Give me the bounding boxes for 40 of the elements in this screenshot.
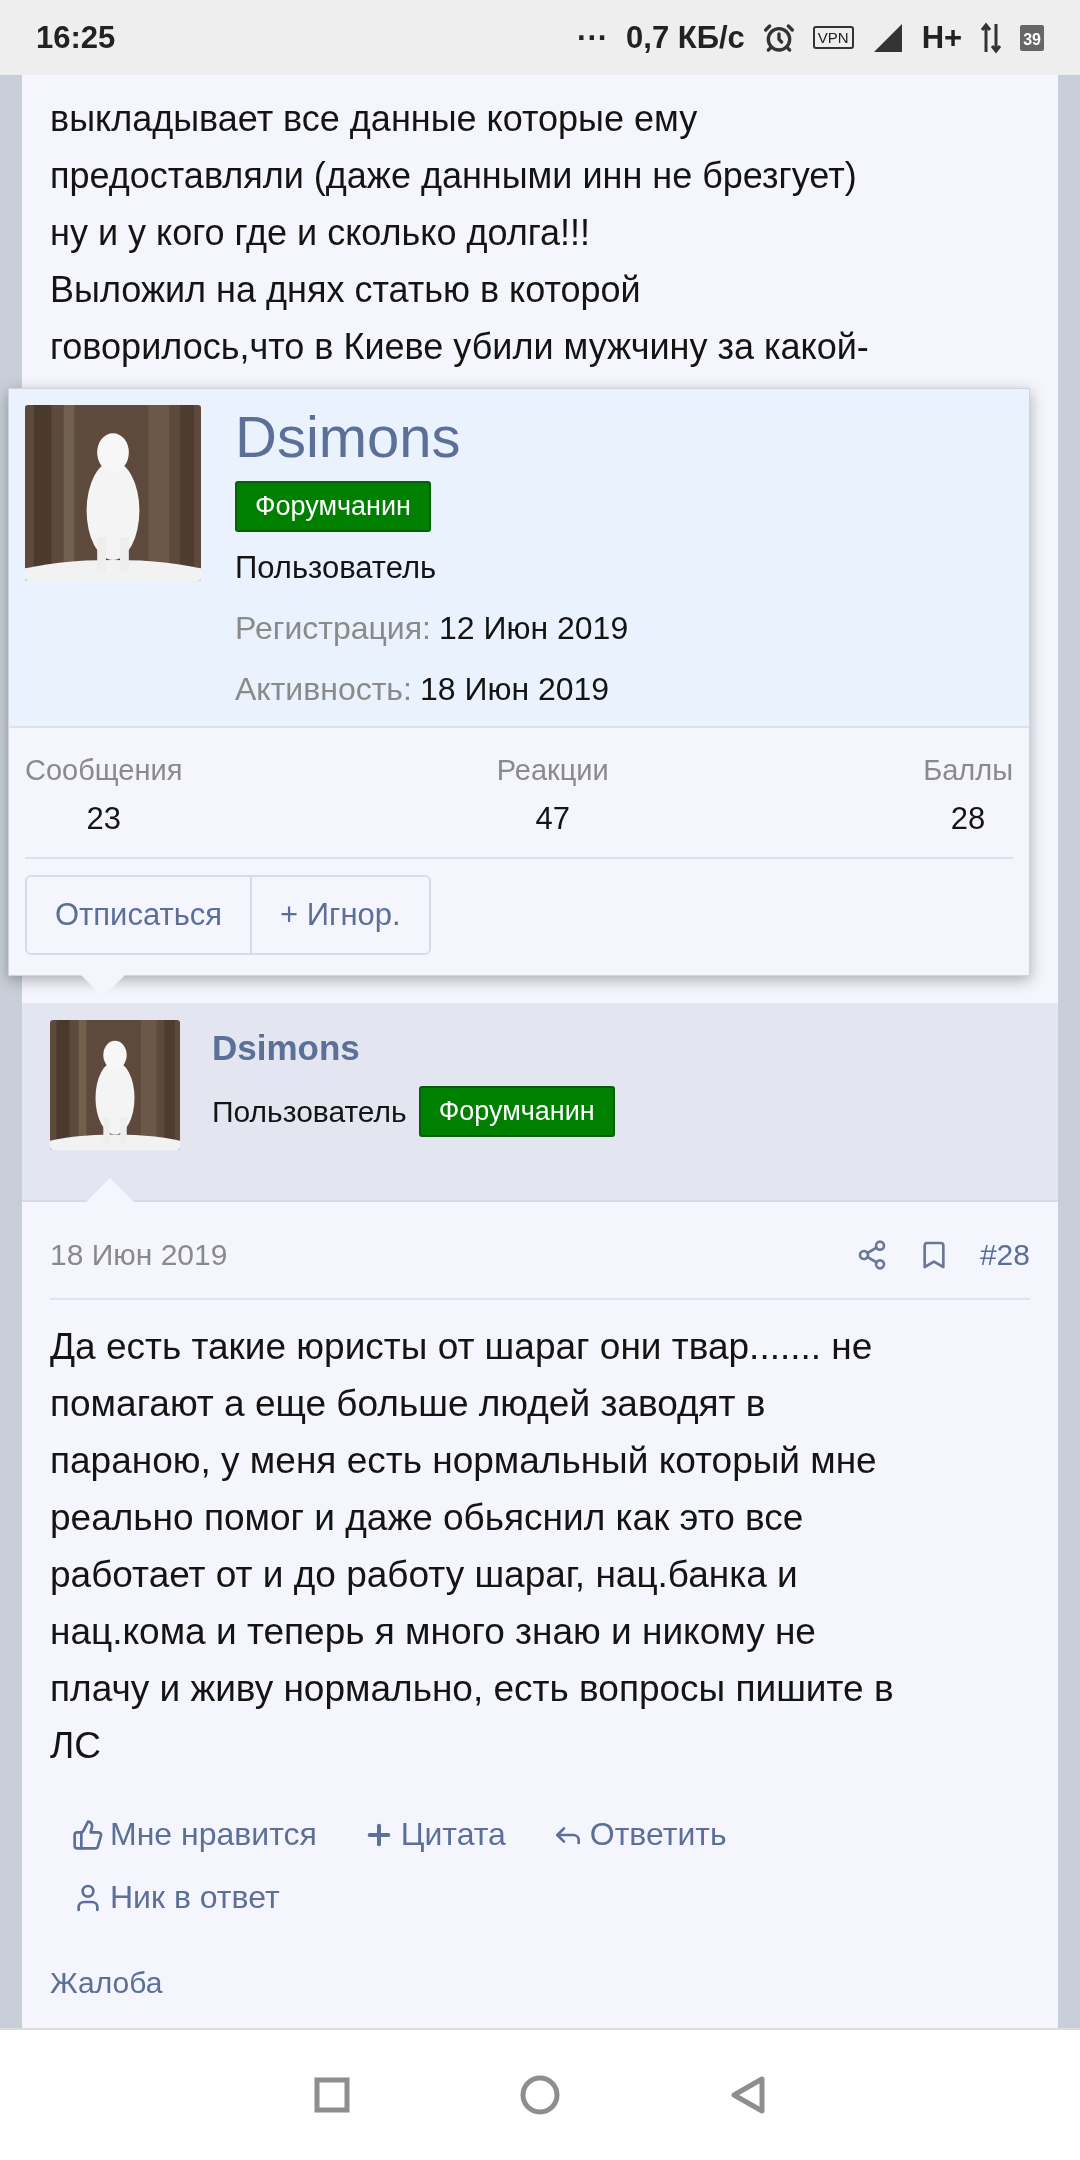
pointer-arrow: [86, 1178, 134, 1202]
member-name[interactable]: Dsimons: [235, 405, 461, 469]
detail-value: 18 Июн 2019: [419, 671, 610, 708]
detail-label: Активность:: [235, 671, 412, 708]
data-transfer-icon: [980, 21, 1003, 54]
user-badge: Форумчанин: [235, 481, 431, 532]
detail-value: 12 Июн 2019: [438, 610, 629, 647]
recents-icon[interactable]: [314, 2077, 350, 2113]
post-date[interactable]: 18 Июн 2019: [50, 1238, 826, 1272]
post-action-link[interactable]: Мне нравится: [72, 1816, 317, 1853]
stat-label: Баллы: [923, 754, 1013, 787]
stat-value: 23: [86, 801, 121, 837]
overflow-indicator: ···: [577, 19, 609, 56]
battery-indicator: 39: [1020, 24, 1044, 51]
post-number[interactable]: #28: [979, 1238, 1030, 1272]
post-action-link[interactable]: Ответить: [551, 1816, 727, 1853]
home-icon[interactable]: [520, 2075, 560, 2115]
post-text: выкладывает все данные которые ему предоставляли (даже данными инн не брезгует) ну и у кого где и сколько долга!!! Выложил на днях статью в которой говорилось,что в Киеве убили мужчину за какой-: [49, 97, 870, 369]
user-role: Пользователь: [235, 550, 437, 586]
report-link[interactable]: Жалоба: [50, 1966, 1030, 2000]
alarm-icon: [762, 21, 795, 54]
post-action-link[interactable]: Цитата: [362, 1816, 506, 1853]
stat-value: 47: [535, 801, 570, 837]
user-badge: Форумчанин: [418, 1086, 615, 1137]
network-speed: 0,7 КБ/с: [626, 19, 745, 56]
post-action-link[interactable]: Ник в ответ: [72, 1879, 280, 1916]
stat-label: Реакции: [496, 754, 609, 787]
stat-value: 28: [950, 801, 986, 837]
vpn-indicator: VPN: [812, 26, 854, 49]
unfollow-button[interactable]: Отписаться: [25, 875, 253, 955]
clock-time: 16:25: [36, 19, 116, 56]
ignore-button[interactable]: + Игнор.: [250, 875, 431, 955]
thumbs-up-icon: [72, 1818, 104, 1851]
post-text: Да есть такие юристы от шараг они твар....... не помагают а еще больше людей заводят в параною, у меня есть нормальный который мне реально помог и даже обьяснил как это все работает от и до работу шараг, нац.банка и нац.кома и теперь я много знаю и никому не плачу и живу нормально, есть вопросы пишите в ЛС: [50, 1325, 895, 1768]
back-icon[interactable]: [730, 2075, 766, 2115]
detail-label: Регистрация:: [235, 610, 431, 647]
network-type: H+: [921, 19, 963, 56]
stat-label: Сообщения: [25, 754, 183, 787]
author-name[interactable]: Dsimons: [212, 1028, 615, 1068]
user-role: Пользователь: [212, 1094, 407, 1129]
